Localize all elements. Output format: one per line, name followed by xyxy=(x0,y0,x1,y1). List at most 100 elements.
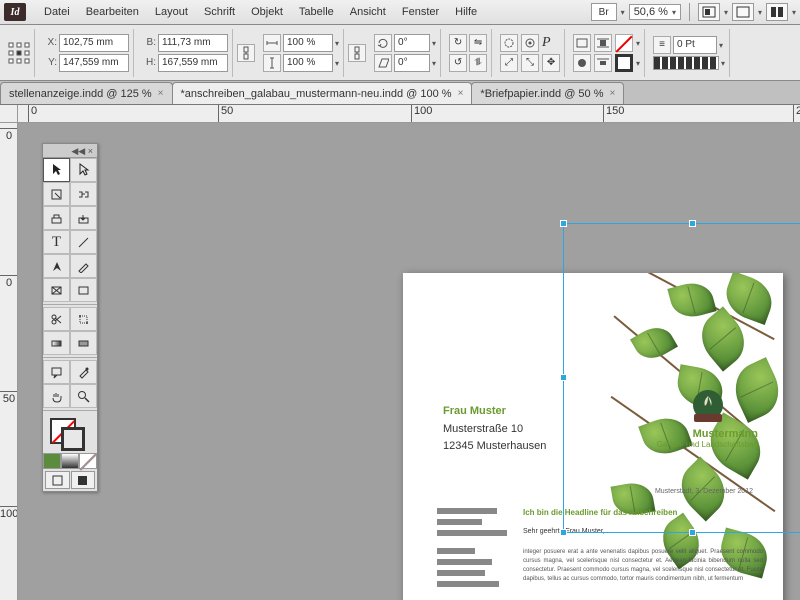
flip-v-icon[interactable]: ⥮ xyxy=(469,54,487,72)
hand-tool[interactable] xyxy=(43,384,70,408)
recipient-name: Frau Muster xyxy=(443,403,546,421)
resize-handle[interactable] xyxy=(560,374,567,381)
shear-field[interactable]: 0° xyxy=(394,54,430,72)
fit-frame-icon[interactable]: ⤡ xyxy=(521,54,539,72)
placeholder-bars xyxy=(437,508,507,592)
scale-y-field[interactable]: 100 % xyxy=(283,54,333,72)
view-mode-dropdown-icon[interactable] xyxy=(724,6,728,18)
line-tool[interactable] xyxy=(70,230,97,254)
tab-stellenanzeige[interactable]: stellenanzeige.indd @ 125 %× xyxy=(0,82,173,104)
menu-hilfe[interactable]: Hilfe xyxy=(447,0,485,25)
wrap-jump-icon[interactable] xyxy=(594,54,612,72)
width-field[interactable]: 111,73 mm xyxy=(158,34,228,52)
screen-mode-dropdown-icon[interactable] xyxy=(758,6,762,18)
close-icon[interactable]: × xyxy=(158,88,164,99)
constrain-wh-icon[interactable] xyxy=(237,44,255,62)
menu-objekt[interactable]: Objekt xyxy=(243,0,291,25)
center-content-icon[interactable]: ✥ xyxy=(542,54,560,72)
gradient-swatch-tool[interactable] xyxy=(43,331,70,355)
body-text: integer posuere erat a ante venenatis da… xyxy=(523,548,763,584)
zoom-tool[interactable] xyxy=(70,384,97,408)
selection-bounding-box[interactable] xyxy=(563,223,800,533)
resize-handle[interactable] xyxy=(560,529,567,536)
eyedropper-tool[interactable] xyxy=(70,360,97,384)
wrap-shape-icon[interactable] xyxy=(573,54,591,72)
color-apply-row[interactable] xyxy=(43,453,97,469)
close-icon[interactable]: × xyxy=(458,88,464,99)
resize-handle[interactable] xyxy=(689,220,696,227)
bridge-icon[interactable]: Br xyxy=(591,3,617,21)
scissors-tool[interactable] xyxy=(43,307,70,331)
apply-gradient-icon[interactable] xyxy=(61,453,79,469)
x-field[interactable]: 102,75 mm xyxy=(59,34,129,52)
stroke-swatch[interactable] xyxy=(615,54,633,72)
stroke-weight-field[interactable]: 0 Pt xyxy=(673,36,717,54)
pencil-tool[interactable] xyxy=(70,254,97,278)
reference-point-icon[interactable] xyxy=(8,42,30,64)
type-tool[interactable]: T xyxy=(43,230,70,254)
menu-datei[interactable]: Datei xyxy=(36,0,78,25)
resize-handle[interactable] xyxy=(689,529,696,536)
tools-panel-header[interactable]: ◀◀ × xyxy=(43,144,97,158)
height-field[interactable]: 167,559 mm xyxy=(158,54,228,72)
close-icon[interactable]: × xyxy=(610,88,616,99)
pen-tool[interactable] xyxy=(43,254,70,278)
resize-handle[interactable] xyxy=(560,220,567,227)
ruler-horizontal[interactable]: 0 50 100 150 200 xyxy=(18,105,800,123)
note-tool[interactable] xyxy=(43,360,70,384)
rectangle-frame-tool[interactable] xyxy=(43,278,70,302)
screen-mode-icon[interactable] xyxy=(732,3,754,21)
canvas[interactable]: ◀◀ × T xyxy=(18,123,800,600)
fill-stroke-swatches[interactable] xyxy=(43,413,97,453)
rectangle-tool[interactable] xyxy=(70,278,97,302)
rotation-field[interactable]: 0° xyxy=(394,34,430,52)
ruler-vertical[interactable]: 0 0 50 100 xyxy=(0,123,18,600)
apply-none-icon[interactable] xyxy=(79,453,97,469)
scale-x-field[interactable]: 100 % xyxy=(283,34,333,52)
select-container-icon[interactable] xyxy=(500,34,518,52)
x-label: X: xyxy=(43,37,57,48)
select-content-icon[interactable] xyxy=(521,34,539,52)
menu-schrift[interactable]: Schrift xyxy=(196,0,243,25)
wrap-none-icon[interactable] xyxy=(573,34,591,52)
menu-layout[interactable]: Layout xyxy=(147,0,196,25)
normal-view-icon[interactable] xyxy=(45,471,70,489)
content-placer-tool[interactable] xyxy=(70,206,97,230)
shear-icon xyxy=(374,54,392,72)
view-mode-icon[interactable] xyxy=(698,3,720,21)
direct-selection-tool[interactable] xyxy=(70,158,97,182)
bridge-dropdown-icon[interactable] xyxy=(621,6,625,18)
flip-h-icon[interactable]: ⇋ xyxy=(469,34,487,52)
content-collector-tool[interactable] xyxy=(43,206,70,230)
w-label: B: xyxy=(142,37,156,48)
fit-content-icon[interactable]: ⤢ xyxy=(500,54,518,72)
free-transform-tool[interactable] xyxy=(70,307,97,331)
tab-briefpapier[interactable]: *Briefpapier.indd @ 50 %× xyxy=(471,82,624,104)
wrap-bbox-icon[interactable] xyxy=(594,34,612,52)
page-tool[interactable] xyxy=(43,182,70,206)
constrain-scale-icon[interactable] xyxy=(348,44,366,62)
gap-tool[interactable] xyxy=(70,182,97,206)
tab-anschreiben[interactable]: *anschreiben_galabau_mustermann-neu.indd… xyxy=(172,82,473,104)
menu-bearbeiten[interactable]: Bearbeiten xyxy=(78,0,147,25)
stroke-style-field[interactable] xyxy=(653,56,719,70)
fill-swatch[interactable] xyxy=(615,34,633,52)
document-tabs: stellenanzeige.indd @ 125 %× *anschreibe… xyxy=(0,81,800,105)
rotate-ccw-icon[interactable]: ↺ xyxy=(449,54,467,72)
arrange-icon[interactable] xyxy=(766,3,788,21)
paragraph-style-icon[interactable]: P xyxy=(542,35,551,51)
zoom-level-field[interactable]: 50,6 % xyxy=(629,4,681,20)
ruler-origin[interactable] xyxy=(0,105,18,123)
tools-panel: ◀◀ × T xyxy=(42,143,98,492)
arrange-dropdown-icon[interactable] xyxy=(792,6,796,18)
apply-color-icon[interactable] xyxy=(43,453,61,469)
y-field[interactable]: 147,559 mm xyxy=(59,54,129,72)
menu-tabelle[interactable]: Tabelle xyxy=(291,0,342,25)
selection-tool[interactable] xyxy=(43,158,70,182)
menu-fenster[interactable]: Fenster xyxy=(394,0,447,25)
menu-ansicht[interactable]: Ansicht xyxy=(342,0,394,25)
gradient-feather-tool[interactable] xyxy=(70,331,97,355)
preview-view-icon[interactable] xyxy=(71,471,96,489)
rotate-cw-icon[interactable]: ↻ xyxy=(449,34,467,52)
app-icon: Id xyxy=(4,3,26,21)
